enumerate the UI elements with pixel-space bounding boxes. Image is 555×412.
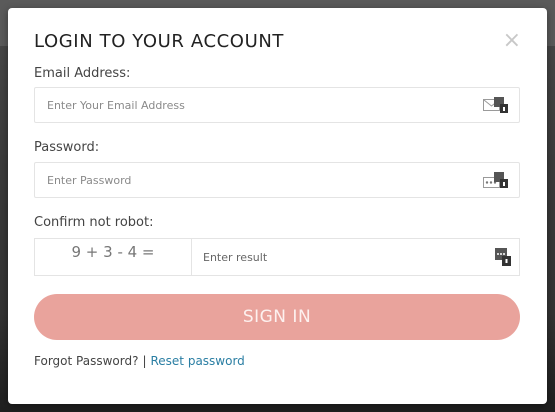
lock-icon — [495, 248, 511, 266]
email-field[interactable] — [47, 88, 467, 122]
sign-in-button[interactable]: SIGN IN — [34, 294, 520, 340]
close-icon[interactable]: × — [503, 30, 521, 52]
login-modal: LOGIN TO YOUR ACCOUNT × Email Address: P… — [8, 8, 547, 404]
captcha-label: Confirm not robot: — [34, 215, 154, 230]
captcha-input-wrapper — [191, 239, 519, 275]
password-lock-icon — [483, 172, 508, 188]
password-field-wrapper — [34, 162, 520, 198]
footer-links: Forgot Password? | Reset password — [34, 354, 245, 368]
captcha-row: 9 + 3 - 4 = — [34, 238, 520, 276]
modal-title: LOGIN TO YOUR ACCOUNT — [34, 31, 285, 52]
forgot-password-text: Forgot Password? — [34, 354, 139, 368]
captcha-result-input[interactable] — [203, 239, 463, 275]
footer-separator: | — [142, 354, 147, 368]
captcha-question: 9 + 3 - 4 = — [35, 239, 192, 275]
reset-password-link[interactable]: Reset password — [150, 354, 244, 368]
email-label: Email Address: — [34, 66, 131, 81]
email-field-wrapper — [34, 87, 520, 123]
email-lock-icon — [483, 97, 508, 113]
page-backdrop: LOGIN TO YOUR ACCOUNT × Email Address: P… — [0, 0, 555, 412]
password-field[interactable] — [47, 163, 467, 197]
password-label: Password: — [34, 140, 100, 155]
